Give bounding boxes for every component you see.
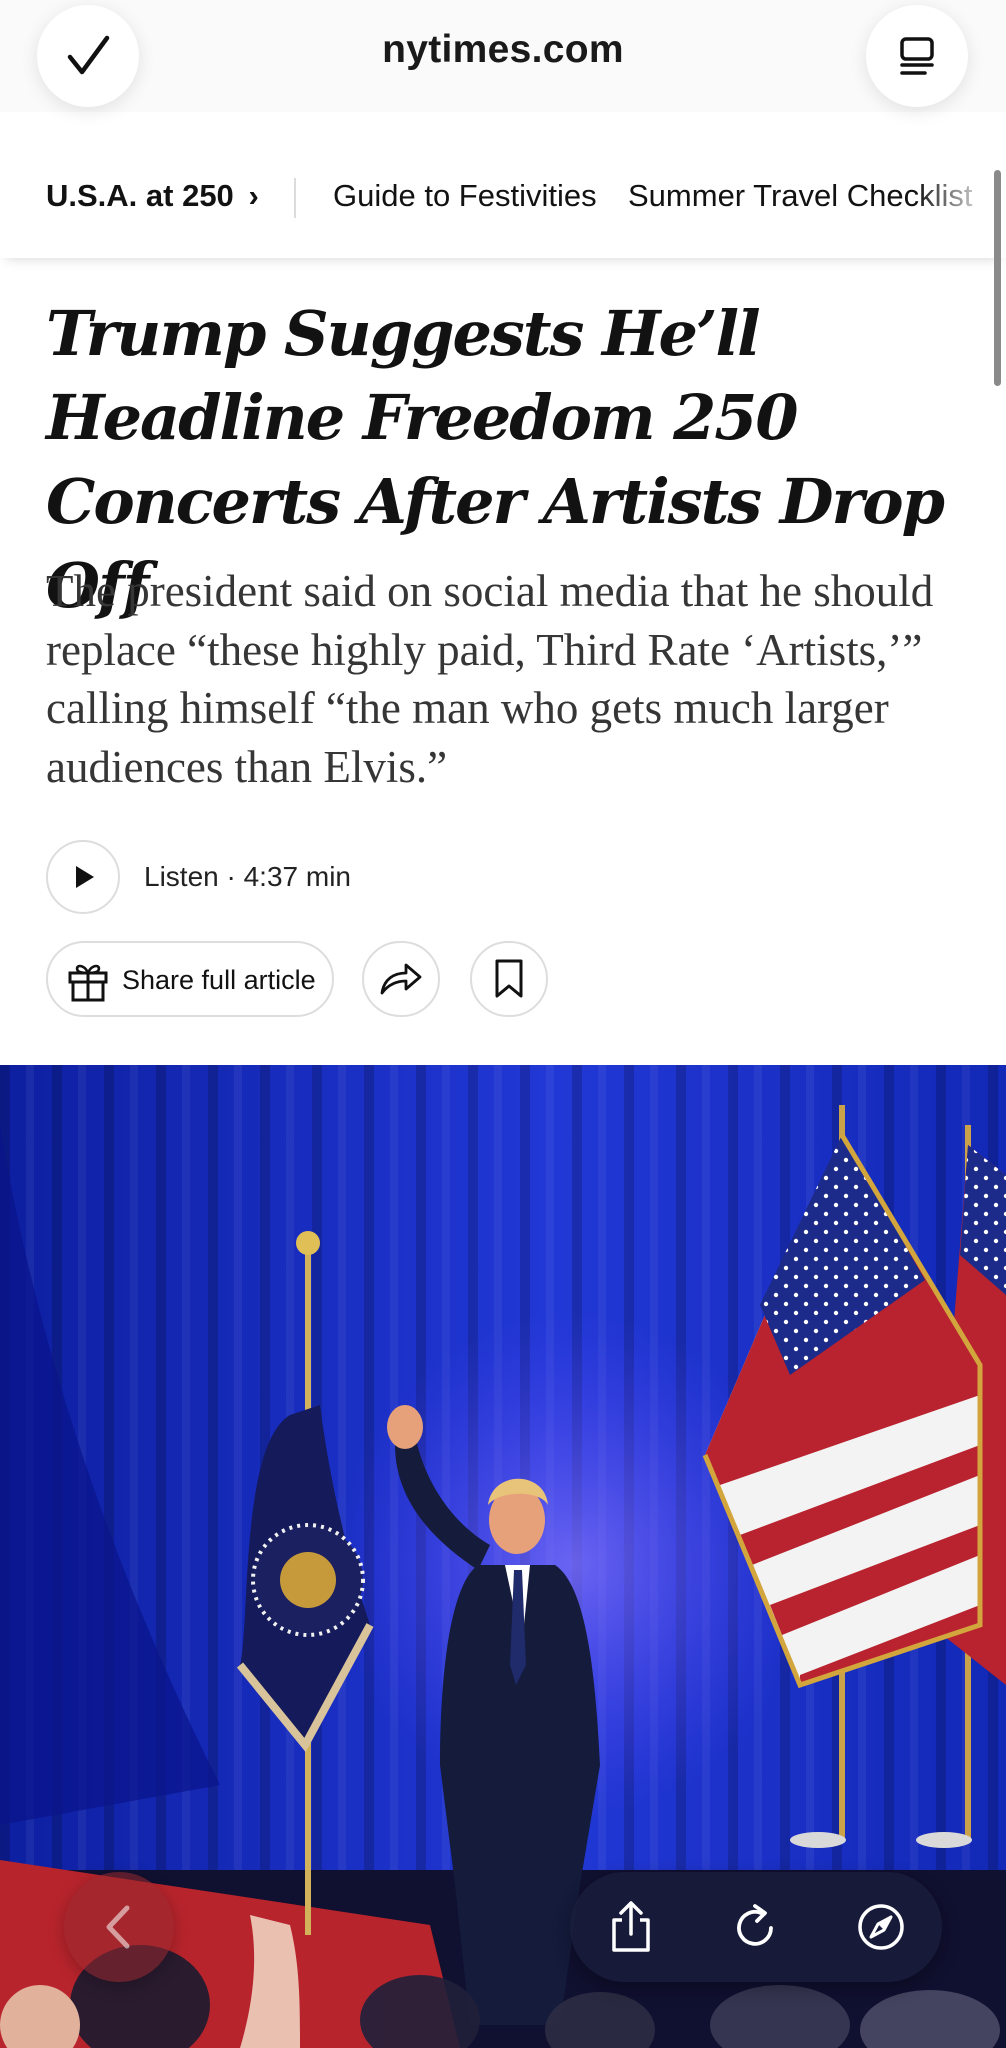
reload-button[interactable] [729,1900,783,1954]
share-sheet-button[interactable] [604,1900,658,1954]
article-summary: The president said on social media that … [46,566,934,792]
share-sheet-icon [612,1901,650,1952]
compass-button[interactable] [854,1900,908,1954]
chevron-right-icon: › [248,178,259,213]
section-current[interactable]: U.S.A. at 250 › [46,178,259,214]
browser-toolbar [570,1872,942,1982]
browser-top-bar: nytimes.com [0,0,1006,112]
reader-mode-icon [900,37,934,75]
share-full-article-button[interactable]: Share full article [46,941,334,1017]
section-divider [294,178,296,218]
bookmark-icon [495,959,523,998]
section-link-guide[interactable]: Guide to Festivities [333,178,597,214]
compass-icon [858,1904,904,1950]
gift-icon [68,964,108,1002]
bookmark-button[interactable] [470,941,548,1017]
share-button[interactable] [362,941,440,1017]
back-button[interactable] [64,1872,174,1982]
play-icon [76,866,94,888]
section-current-label: U.S.A. at 250 [46,178,234,213]
section-nav: U.S.A. at 250 › Guide to Festivities Sum… [0,148,1006,258]
listen-play-button[interactable] [46,840,120,914]
chevron-left-icon [106,1905,130,1949]
scrollbar[interactable] [994,170,1001,386]
share-arrow-icon [380,963,422,995]
page-url[interactable]: nytimes.com [0,28,1006,72]
nav-fade [916,148,1006,258]
reader-mode-button[interactable] [866,5,968,107]
listen-label[interactable]: Listen · 4:37 min [144,861,351,893]
share-full-article-label: Share full article [122,965,316,995]
reload-icon [737,1904,773,1946]
